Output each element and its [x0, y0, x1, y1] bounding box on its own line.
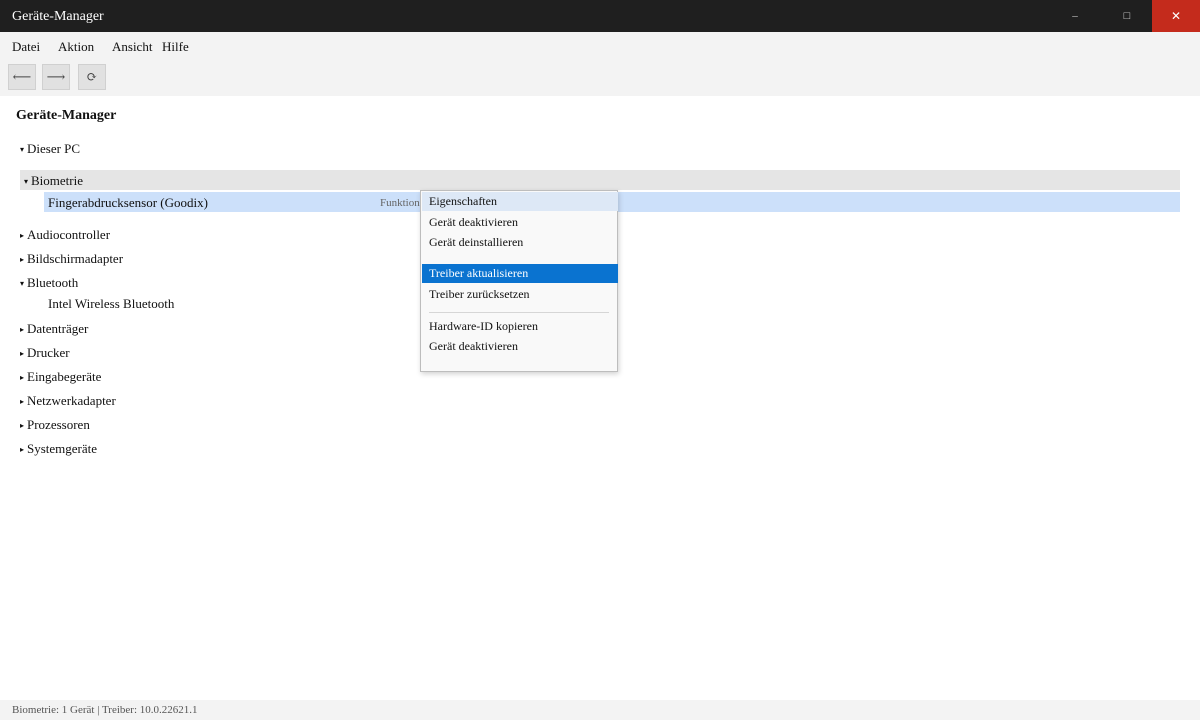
forward-arrow-icon: ⟶: [46, 69, 66, 84]
ctx-geraet-deaktivieren[interactable]: Gerät deaktivieren: [422, 213, 618, 232]
context-menu: Eigenschaften Gerät deaktivieren Gerät d…: [420, 190, 618, 372]
ctx-geraet-deaktivieren-2[interactable]: Gerät deaktivieren: [422, 337, 618, 356]
tree-node-netzwerkadapter[interactable]: ▸ Netzwerkadapter: [20, 393, 116, 409]
tree-node-label: Drucker: [27, 345, 70, 360]
ctx-hardware-id-kopieren[interactable]: Hardware-ID kopieren: [422, 317, 618, 336]
tree-node-label: Netzwerkadapter: [27, 393, 116, 408]
tree-node-bildschirmadapter[interactable]: ▸ Bildschirmadapter: [20, 251, 123, 267]
tree-root-dieser-pc[interactable]: ▾ Dieser PC: [20, 141, 80, 157]
back-arrow-icon: ⟵: [12, 69, 32, 84]
tree-node-label: Datenträger: [27, 321, 89, 336]
menu-datei[interactable]: Datei: [12, 39, 40, 55]
minimize-button[interactable]: –: [1051, 0, 1099, 32]
expand-caret-icon[interactable]: ▾: [24, 177, 31, 186]
tree-node-bluetooth[interactable]: ▾ Bluetooth: [20, 275, 78, 291]
tree-node-systemgeräte[interactable]: ▸ Systemgeräte: [20, 441, 97, 457]
window-title: Geräte-Manager: [12, 9, 104, 24]
collapse-caret-icon[interactable]: ▸: [20, 421, 27, 430]
device-name-fingerabdrucksensor[interactable]: Fingerabdrucksensor (Goodix): [48, 195, 208, 211]
tree-node-datenträger[interactable]: ▸ Datenträger: [20, 321, 88, 337]
menu-hilfe[interactable]: Hilfe: [162, 39, 189, 55]
device-name-intel-wireless-bluetooth[interactable]: Intel Wireless Bluetooth: [48, 296, 174, 312]
status-text: Biometrie: 1 Gerät | Treiber: 10.0.22621…: [12, 704, 198, 716]
close-icon: ✕: [1170, 8, 1182, 23]
maximize-button[interactable]: □: [1103, 0, 1151, 32]
ctx-geraet-deinstallieren[interactable]: Gerät deinstallieren: [422, 233, 618, 252]
page-title: Geräte-Manager: [16, 108, 117, 123]
collapse-caret-icon[interactable]: ▸: [20, 349, 27, 358]
tree-node-label: Bildschirmadapter: [27, 251, 124, 266]
maximize-icon: □: [1123, 10, 1131, 22]
tree-node-label: Prozessoren: [27, 417, 90, 432]
close-button[interactable]: ✕: [1152, 0, 1200, 32]
collapse-caret-icon[interactable]: ▸: [20, 397, 27, 406]
back-button[interactable]: ⟵: [8, 64, 36, 90]
tree-node-label: Eingabegeräte: [27, 369, 102, 384]
refresh-icon: ⟳: [86, 69, 98, 84]
tree-node-label: Dieser PC: [27, 141, 81, 156]
collapse-caret-icon[interactable]: ▸: [20, 231, 27, 240]
device-status: Funktion: [380, 197, 420, 209]
tree-node-eingabegeräte[interactable]: ▸ Eingabegeräte: [20, 369, 101, 385]
toolbar: ⟵ ⟶ ⟳: [0, 60, 1200, 96]
collapse-caret-icon[interactable]: ▸: [20, 445, 27, 454]
expand-caret-icon[interactable]: ▾: [20, 145, 27, 154]
collapse-caret-icon[interactable]: ▸: [20, 325, 27, 334]
tree-node-biometrie[interactable]: ▾ Biometrie: [24, 173, 83, 189]
ctx-separator: [429, 312, 609, 313]
tree-node-label: Bluetooth: [27, 275, 79, 290]
tree-node-prozessoren[interactable]: ▸ Prozessoren: [20, 417, 90, 433]
title-bar: Geräte-Manager – □ ✕: [0, 0, 1200, 32]
refresh-button[interactable]: ⟳: [78, 64, 106, 90]
menu-bar: Datei Aktion Ansicht Hilfe: [0, 32, 1200, 60]
status-bar: Biometrie: 1 Gerät | Treiber: 10.0.22621…: [0, 700, 1200, 720]
menu-aktion[interactable]: Aktion: [58, 39, 94, 55]
ctx-eigenschaften[interactable]: Eigenschaften: [422, 192, 618, 211]
collapse-caret-icon[interactable]: ▸: [20, 373, 27, 382]
ctx-treiber-aktualisieren[interactable]: Treiber aktualisieren: [422, 264, 618, 283]
forward-button[interactable]: ⟶: [42, 64, 70, 90]
tree-node-label: Audiocontroller: [27, 227, 111, 242]
expand-caret-icon[interactable]: ▾: [20, 279, 27, 288]
menu-ansicht[interactable]: Ansicht: [112, 39, 152, 55]
tree-row-biometrie[interactable]: [20, 170, 1180, 190]
tree-node-drucker[interactable]: ▸ Drucker: [20, 345, 70, 361]
minimize-icon: –: [1072, 10, 1078, 22]
collapse-caret-icon[interactable]: ▸: [20, 255, 27, 264]
tree-node-label: Biometrie: [31, 173, 83, 188]
tree-node-label: Systemgeräte: [27, 441, 98, 456]
tree-node-audiocontroller[interactable]: ▸ Audiocontroller: [20, 227, 110, 243]
ctx-treiber-zuruecksetzen[interactable]: Treiber zurücksetzen: [422, 285, 618, 304]
